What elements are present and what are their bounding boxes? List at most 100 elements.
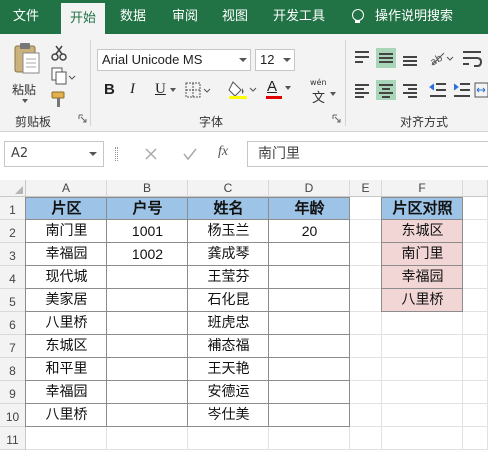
table-cell[interactable]	[107, 289, 188, 312]
table-cell[interactable]	[269, 381, 350, 404]
name-box[interactable]: A2	[4, 141, 104, 167]
tab-view[interactable]: 视图	[222, 0, 248, 34]
row-header-3[interactable]: 3	[0, 243, 26, 266]
table-cell[interactable]: 东城区	[26, 335, 107, 358]
table-cell[interactable]: 幸福园	[26, 243, 107, 266]
table-cell[interactable]: 王莹芬	[188, 266, 269, 289]
phonetic-guide-button[interactable]: wén 文	[306, 78, 338, 106]
table-cell[interactable]: 美家居	[26, 289, 107, 312]
table-cell[interactable]: 幸福园	[26, 381, 107, 404]
row-header-11[interactable]: 11	[0, 427, 26, 450]
table-cell[interactable]	[107, 335, 188, 358]
align-right-icon[interactable]	[400, 80, 420, 100]
bold-button[interactable]: B	[104, 81, 115, 98]
tab-home[interactable]: 开始	[61, 3, 106, 34]
column-header-f[interactable]: F	[382, 180, 463, 197]
table-header-cell[interactable]: 片区	[26, 197, 107, 220]
table-cell[interactable]: 杨玉兰	[188, 220, 269, 243]
align-bottom-icon[interactable]	[400, 48, 420, 68]
table-cell[interactable]: 龚成琴	[188, 243, 269, 266]
row-header-9[interactable]: 9	[0, 381, 26, 404]
font-name-select[interactable]: Arial Unicode MS	[97, 49, 251, 71]
lookup-cell[interactable]: 八里桥	[382, 289, 463, 312]
fill-color-icon[interactable]	[228, 78, 258, 100]
align-left-icon[interactable]	[352, 80, 372, 100]
tab-file[interactable]: 文件	[13, 0, 39, 34]
dialog-launcher-icon[interactable]	[332, 114, 342, 124]
table-cell[interactable]	[107, 404, 188, 427]
table-cell[interactable]: 20	[269, 220, 350, 243]
row-header-2[interactable]: 2	[0, 220, 26, 243]
merge-center-icon[interactable]	[474, 80, 488, 100]
table-cell[interactable]: 八里桥	[26, 312, 107, 335]
underline-button[interactable]: U	[155, 81, 166, 98]
cancel-icon[interactable]	[144, 147, 158, 161]
lookup-cell[interactable]: 幸福园	[382, 266, 463, 289]
table-header-cell[interactable]: 户号	[107, 197, 188, 220]
row-header-4[interactable]: 4	[0, 266, 26, 289]
borders-icon[interactable]	[184, 81, 212, 99]
column-header-a[interactable]: A	[26, 180, 107, 197]
lookup-cell[interactable]: 东城区	[382, 220, 463, 243]
lookup-header-cell[interactable]: 片区对照	[382, 197, 463, 220]
table-cell[interactable]	[107, 381, 188, 404]
table-cell[interactable]: 南门里	[26, 220, 107, 243]
column-header-b[interactable]: B	[107, 180, 188, 197]
table-cell[interactable]: 和平里	[26, 358, 107, 381]
tab-data[interactable]: 数据	[120, 0, 146, 34]
tab-developer[interactable]: 开发工具	[273, 0, 325, 34]
row-header-8[interactable]: 8	[0, 358, 26, 381]
lookup-cell[interactable]: 南门里	[382, 243, 463, 266]
table-cell[interactable]	[269, 335, 350, 358]
table-cell[interactable]: 班虎忠	[188, 312, 269, 335]
cut-icon[interactable]	[50, 44, 68, 62]
table-cell[interactable]	[107, 358, 188, 381]
column-header-d[interactable]: D	[269, 180, 350, 197]
table-cell[interactable]: 岑仕美	[188, 404, 269, 427]
format-painter-icon[interactable]	[50, 90, 68, 108]
row-header-5[interactable]: 5	[0, 289, 26, 312]
table-cell[interactable]	[269, 289, 350, 312]
row-header-10[interactable]: 10	[0, 404, 26, 427]
table-cell[interactable]: 1001	[107, 220, 188, 243]
formula-input[interactable]: 南门里	[247, 141, 488, 167]
dialog-launcher-icon[interactable]	[78, 114, 88, 124]
align-middle-icon[interactable]	[376, 48, 396, 68]
column-header-e[interactable]: E	[350, 180, 382, 197]
worksheet-grid[interactable]: A B C D E F 1 2 3 4 5 6 7 8 9 10 11 片区 户号 姓名 年龄 南门里 幸福园 现代城 美家居八…	[0, 180, 488, 460]
row-header-6[interactable]: 6	[0, 312, 26, 335]
table-cell[interactable]	[269, 358, 350, 381]
font-color-button[interactable]: A	[266, 78, 292, 102]
italic-button[interactable]: I	[130, 81, 135, 98]
table-cell[interactable]: 石化昆	[188, 289, 269, 312]
tab-review[interactable]: 审阅	[172, 0, 198, 34]
select-all-corner[interactable]	[0, 180, 26, 197]
table-cell[interactable]: 现代城	[26, 266, 107, 289]
font-size-select[interactable]: 12	[255, 49, 295, 71]
copy-icon[interactable]	[50, 67, 76, 85]
enter-check-icon[interactable]	[182, 147, 198, 161]
insert-function-button[interactable]: fx	[218, 144, 228, 160]
table-cell[interactable]: 王天艳	[188, 358, 269, 381]
table-header-cell[interactable]: 年龄	[269, 197, 350, 220]
table-cell[interactable]: 安德运	[188, 381, 269, 404]
tell-me-search[interactable]: 操作说明搜索	[375, 0, 453, 34]
table-cell[interactable]	[269, 243, 350, 266]
column-header[interactable]	[463, 180, 488, 197]
row-header-7[interactable]: 7	[0, 335, 26, 358]
table-cell[interactable]	[269, 312, 350, 335]
paste-button[interactable]: 粘贴	[8, 40, 44, 103]
table-cell[interactable]	[269, 404, 350, 427]
table-cell[interactable]	[269, 266, 350, 289]
wrap-text-icon[interactable]	[460, 48, 484, 68]
row-header-1[interactable]: 1	[0, 197, 26, 220]
table-cell[interactable]: 1002	[107, 243, 188, 266]
splitter-handle[interactable]	[115, 147, 118, 161]
table-cell[interactable]	[107, 312, 188, 335]
table-header-cell[interactable]: 姓名	[188, 197, 269, 220]
align-center-icon[interactable]	[376, 80, 396, 100]
table-cell[interactable]	[107, 266, 188, 289]
column-header-c[interactable]: C	[188, 180, 269, 197]
orientation-icon[interactable]: ab	[428, 48, 454, 68]
align-top-icon[interactable]	[352, 48, 372, 68]
